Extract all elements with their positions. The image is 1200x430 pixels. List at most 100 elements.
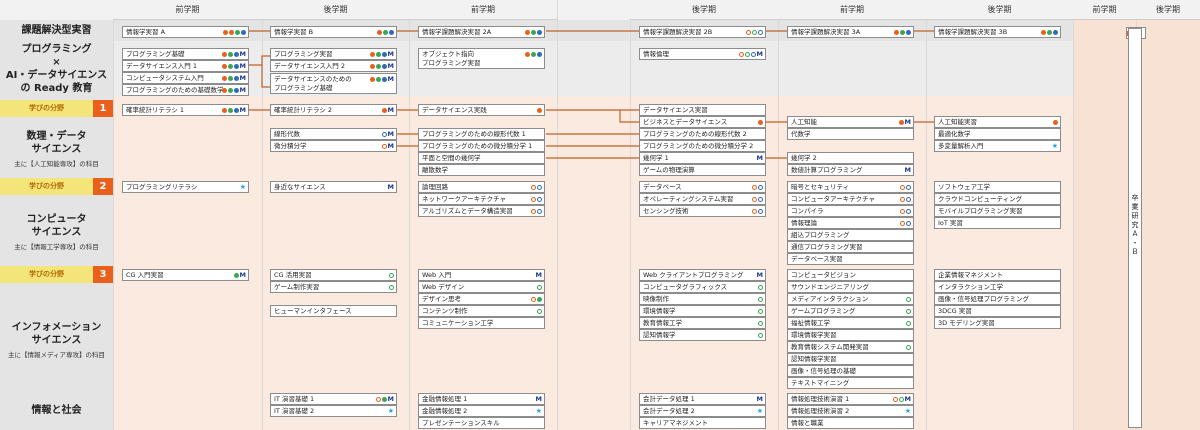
orange-ring-icon xyxy=(900,185,905,190)
course-name: 通信プログラミング実習 xyxy=(791,243,863,251)
course-name: 会計データ処理 2 xyxy=(643,407,695,415)
course-name: プログラミングのための微分積分学 2 xyxy=(643,142,754,150)
m-mark-icon: M xyxy=(387,183,394,191)
course-name: 企業情報マネジメント xyxy=(938,271,1003,279)
course-name: 環境情報学 xyxy=(643,307,676,315)
course-name: 人工知能実習 xyxy=(938,118,977,126)
course-marks xyxy=(758,283,763,292)
green-dot-icon xyxy=(383,30,388,35)
course-box: プログラミングのための線形代数 2 xyxy=(639,128,766,140)
orange-ring-icon xyxy=(531,297,536,302)
course-marks xyxy=(752,183,763,192)
course-name: ゲームプログラミング xyxy=(791,307,856,315)
orange-dot-icon xyxy=(898,120,904,125)
course-marks xyxy=(906,307,911,316)
course-marks: M xyxy=(369,62,394,71)
blue-ring-icon xyxy=(381,132,387,137)
m-mark-icon: M xyxy=(239,74,246,82)
course-marks: M xyxy=(536,395,542,404)
course-name: 多変量解析入門 xyxy=(938,142,984,150)
course-name: 情報学課題解決実習 3B xyxy=(938,28,1008,36)
course-box: 金融情報処理 2 ★ xyxy=(418,405,545,417)
course-name: プレゼンテーションスキル xyxy=(422,419,500,427)
course-marks: ★ xyxy=(757,407,763,416)
course-marks xyxy=(758,295,763,304)
course-name: コンテンツ制作 xyxy=(422,307,468,315)
green-dot-icon xyxy=(227,88,233,93)
course-box: オペレーティングシステム実習 xyxy=(639,193,766,205)
m-mark-icon: M xyxy=(535,395,542,403)
course-name: メディアインタラクション xyxy=(791,295,869,303)
course-name: 福祉情報工学 xyxy=(791,319,830,327)
course-name: プログラミング基礎 xyxy=(126,50,185,58)
course-name: データサイエンス実習 xyxy=(643,106,708,114)
course-name: 会計データ処理 1 xyxy=(643,395,695,403)
course-name: センシング技術 xyxy=(643,207,689,215)
course-marks xyxy=(900,195,911,204)
course-marks: M xyxy=(221,50,246,59)
graduation-research-box: 卒 業 研 究 Ａ ・ Ｂ xyxy=(1128,28,1142,428)
blue-dot-icon xyxy=(381,77,387,82)
blue-dot-icon xyxy=(537,30,542,35)
course-name: 幾何学 1 xyxy=(643,154,669,162)
green-ring-icon xyxy=(906,297,911,302)
orange-dot-icon xyxy=(525,30,530,35)
course-name: 情報学課題解決実習 2A xyxy=(422,28,492,36)
blue-dot-icon xyxy=(381,52,387,57)
course-marks: M xyxy=(233,271,246,280)
orange-dot-icon xyxy=(369,77,375,82)
orange-ring-icon xyxy=(900,197,905,202)
course-box: 情報学実習 B xyxy=(270,26,397,38)
blue-dot-icon xyxy=(537,52,542,57)
course-box: メディアインタラクション xyxy=(787,293,914,305)
course-box: ヒューマンインタフェース xyxy=(270,305,397,317)
course-name: 情報と職業 xyxy=(791,419,824,427)
course-box: 幾何学 2 xyxy=(787,152,914,164)
course-box: IT 演習基礎 1 M xyxy=(270,393,397,405)
course-box: 多変量解析入門 ★ xyxy=(934,140,1061,152)
course-name: 論理回路 xyxy=(422,183,448,191)
course-name: 金融情報処理 2 xyxy=(422,407,468,415)
course-name: 情報学課題解決実習 2B xyxy=(643,28,713,36)
course-box: 身近なサイエンス M xyxy=(270,181,397,193)
green-dot-icon xyxy=(537,297,542,302)
m-mark-icon: M xyxy=(904,166,911,174)
green-dot-icon xyxy=(235,30,240,35)
course-name: 教育情報工学 xyxy=(643,319,682,327)
green-dot-icon xyxy=(233,273,239,278)
course-name: アルゴリズムとデータ構造実習 xyxy=(422,207,513,215)
course-box: ネットワークアーキテクチャ xyxy=(418,193,545,205)
orange-ring-icon xyxy=(375,397,381,402)
orange-dot-icon xyxy=(229,30,234,35)
course-name: ゲーム制作実習 xyxy=(274,283,320,291)
green-ring-icon xyxy=(758,297,763,302)
orange-ring-icon xyxy=(752,185,757,190)
course-name: オペレーティングシステム実習 xyxy=(643,195,734,203)
course-marks xyxy=(906,295,911,304)
green-ring-icon xyxy=(389,285,394,290)
course-box: 確率統計リテラシ 2 M xyxy=(270,104,397,116)
green-ring-icon xyxy=(537,285,542,290)
course-name: 線形代数 xyxy=(274,130,300,138)
course-box: 線形代数 M xyxy=(270,128,397,140)
orange-dot-icon xyxy=(894,30,899,35)
green-dot-icon xyxy=(227,108,233,113)
course-marks: ★ xyxy=(536,407,542,416)
course-box: ソフトウェア工学 xyxy=(934,181,1061,193)
course-marks: M xyxy=(757,395,763,404)
course-box: センシング技術 xyxy=(639,205,766,217)
course-name: 情報処理技術演習 1 xyxy=(791,395,850,403)
course-marks xyxy=(531,207,542,216)
blue-dot-icon xyxy=(233,64,239,69)
course-box: 認知情報学実習 xyxy=(787,353,914,365)
course-name: キャリアマネジメント xyxy=(643,419,708,427)
course-box: アルゴリズムとデータ構造実習 xyxy=(418,205,545,217)
course-box: 人工知能実習 xyxy=(934,116,1061,128)
blue-dot-icon xyxy=(233,88,239,93)
course-name: コミュニケーション工学 xyxy=(422,319,494,327)
course-box: コンピュータグラフィックス xyxy=(639,281,766,293)
green-dot-icon xyxy=(227,64,233,69)
course-marks xyxy=(752,195,763,204)
orange-dot-icon xyxy=(221,108,227,113)
course-name: 最適化数学 xyxy=(938,130,971,138)
